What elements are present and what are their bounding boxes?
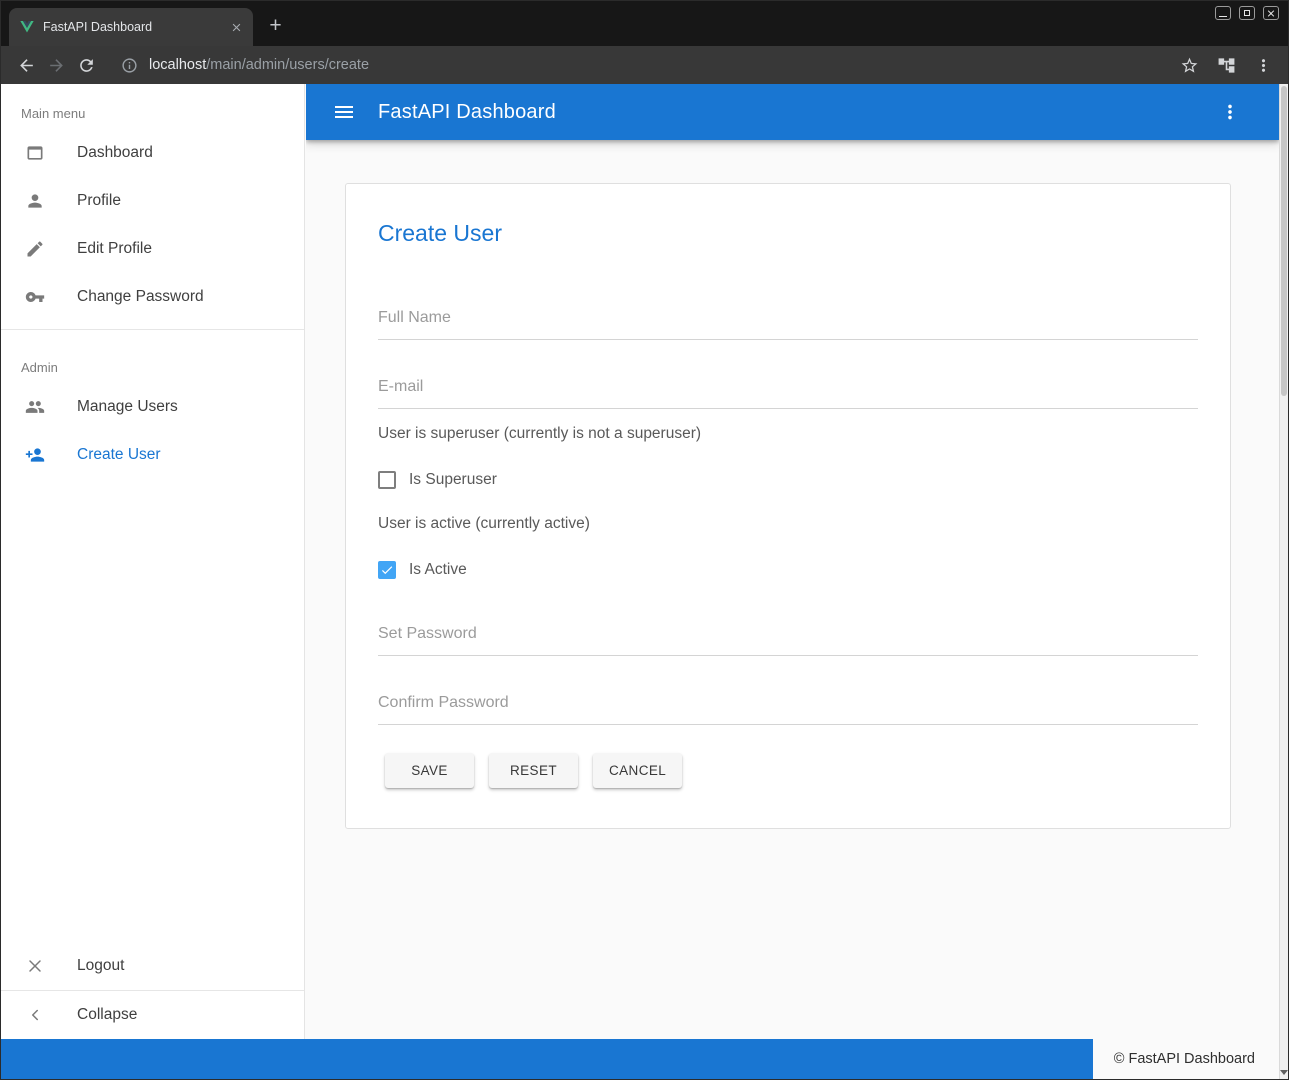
- sidebar-item-label: Collapse: [77, 1006, 137, 1024]
- sidebar-item-collapse[interactable]: Collapse: [1, 991, 304, 1039]
- kebab-menu-icon: [1254, 56, 1273, 75]
- create-user-card: Create User User is superuser (currently…: [345, 183, 1231, 829]
- appbar-menu-button[interactable]: [1219, 101, 1241, 123]
- appbar: FastAPI Dashboard: [306, 84, 1279, 140]
- footer-accent-bar: [1, 1039, 1093, 1079]
- forward-button[interactable]: [41, 50, 71, 80]
- copyright-text: © FastAPI Dashboard: [1093, 1039, 1279, 1079]
- tab-close-button[interactable]: [227, 18, 245, 36]
- superuser-hint-text: User is superuser (currently is not a su…: [378, 425, 1198, 443]
- forward-arrow-icon: [47, 56, 66, 75]
- url-host: localhost: [149, 57, 206, 73]
- checkmark-icon: [380, 563, 394, 577]
- sidebar-item-label: Change Password: [77, 288, 204, 306]
- sidebar-item-label: Profile: [77, 192, 121, 210]
- sidebar: Main menu Dashboard Profile Edit Profile…: [1, 84, 305, 1039]
- form-actions: SAVE RESET CANCEL: [378, 753, 1198, 788]
- sidebar-item-label: Create User: [77, 446, 161, 464]
- scrollbar-thumb[interactable]: [1281, 86, 1287, 396]
- logout-x-icon: [25, 956, 45, 976]
- sidebar-item-edit-profile[interactable]: Edit Profile: [1, 225, 304, 273]
- star-outline-icon: [1180, 56, 1199, 75]
- person-icon: [25, 191, 45, 211]
- minimize-button[interactable]: [1215, 6, 1231, 20]
- sidebar-divider: [1, 329, 304, 330]
- reset-button[interactable]: RESET: [489, 753, 578, 788]
- kebab-menu-icon: [1219, 101, 1241, 123]
- back-arrow-icon: [17, 56, 36, 75]
- active-hint-text: User is active (currently active): [378, 515, 1198, 533]
- sidebar-item-logout[interactable]: Logout: [1, 942, 304, 990]
- maximize-button[interactable]: [1239, 6, 1255, 20]
- sidebar-item-label: Manage Users: [77, 398, 178, 416]
- full-name-field: [378, 305, 1198, 340]
- email-field: [378, 374, 1198, 409]
- checkbox-label: Is Superuser: [409, 471, 497, 489]
- sidebar-item-create-user[interactable]: Create User: [1, 431, 304, 479]
- sidebar-item-label: Dashboard: [77, 144, 153, 162]
- group-icon: [25, 397, 45, 417]
- sidebar-item-label: Logout: [77, 957, 124, 975]
- reload-icon: [77, 56, 96, 75]
- email-input[interactable]: [378, 374, 1198, 409]
- set-password-input[interactable]: [378, 621, 1198, 656]
- sidebar-item-label: Edit Profile: [77, 240, 152, 258]
- site-tree-button[interactable]: [1211, 50, 1241, 80]
- site-info-icon[interactable]: [121, 57, 138, 74]
- appbar-title: FastAPI Dashboard: [378, 101, 556, 124]
- close-x-icon: [230, 21, 243, 34]
- close-button[interactable]: [1263, 6, 1279, 20]
- window-controls: [1215, 6, 1279, 20]
- sidebar-toggle-button[interactable]: [332, 100, 356, 124]
- vue-logo-icon: [19, 19, 35, 35]
- url-text: localhost/main/admin/users/create: [149, 57, 369, 73]
- checkbox-label: Is Active: [409, 561, 467, 579]
- tab-title: FastAPI Dashboard: [43, 20, 219, 34]
- is-active-checkbox[interactable]: Is Active: [378, 561, 467, 579]
- save-button[interactable]: SAVE: [385, 753, 474, 788]
- checkbox-box[interactable]: [378, 561, 396, 579]
- hamburger-menu-icon: [332, 100, 356, 124]
- sidebar-item-profile[interactable]: Profile: [1, 177, 304, 225]
- page-title: Create User: [378, 220, 1198, 247]
- browser-window: FastAPI Dashboard + localhost/main/admin…: [0, 0, 1289, 1080]
- reload-button[interactable]: [71, 50, 101, 80]
- browser-menu-button[interactable]: [1248, 50, 1278, 80]
- app-viewport: Main menu Dashboard Profile Edit Profile…: [1, 84, 1288, 1079]
- scroll-down-arrow[interactable]: [1280, 1070, 1288, 1075]
- scrollbar[interactable]: [1279, 84, 1288, 1079]
- minimize-icon: [1219, 16, 1227, 17]
- confirm-password-input[interactable]: [378, 690, 1198, 725]
- sidebar-item-manage-users[interactable]: Manage Users: [1, 383, 304, 431]
- url-path: /main/admin/users/create: [206, 57, 369, 73]
- browser-titlebar: FastAPI Dashboard +: [1, 1, 1288, 46]
- chevron-left-icon: [25, 1005, 45, 1025]
- toolbar-right-icons: [1174, 50, 1278, 80]
- dashboard-icon: [25, 143, 45, 163]
- main-area: FastAPI Dashboard Create User User is su…: [306, 84, 1279, 1039]
- bookmark-button[interactable]: [1174, 50, 1204, 80]
- maximize-icon: [1244, 10, 1250, 16]
- account-tree-icon: [1217, 56, 1236, 75]
- page-content: Create User User is superuser (currently…: [306, 140, 1279, 1039]
- new-tab-button[interactable]: +: [262, 12, 289, 39]
- full-name-input[interactable]: [378, 305, 1198, 340]
- sidebar-section-label-main-menu: Main menu: [21, 106, 304, 121]
- back-button[interactable]: [11, 50, 41, 80]
- pencil-icon: [25, 239, 45, 259]
- checkbox-box[interactable]: [378, 471, 396, 489]
- browser-tab[interactable]: FastAPI Dashboard: [9, 8, 253, 46]
- sidebar-item-change-password[interactable]: Change Password: [1, 273, 304, 321]
- cancel-button[interactable]: CANCEL: [593, 753, 682, 788]
- sidebar-section-label-admin: Admin: [21, 360, 304, 375]
- is-superuser-checkbox[interactable]: Is Superuser: [378, 471, 497, 489]
- confirm-password-field: [378, 690, 1198, 725]
- password-field: [378, 621, 1198, 656]
- person-add-icon: [25, 445, 45, 465]
- key-icon: [25, 287, 45, 307]
- footer: © FastAPI Dashboard: [1, 1039, 1279, 1079]
- sidebar-item-dashboard[interactable]: Dashboard: [1, 129, 304, 177]
- address-bar[interactable]: localhost/main/admin/users/create: [109, 50, 1166, 80]
- browser-toolbar: localhost/main/admin/users/create: [1, 46, 1288, 84]
